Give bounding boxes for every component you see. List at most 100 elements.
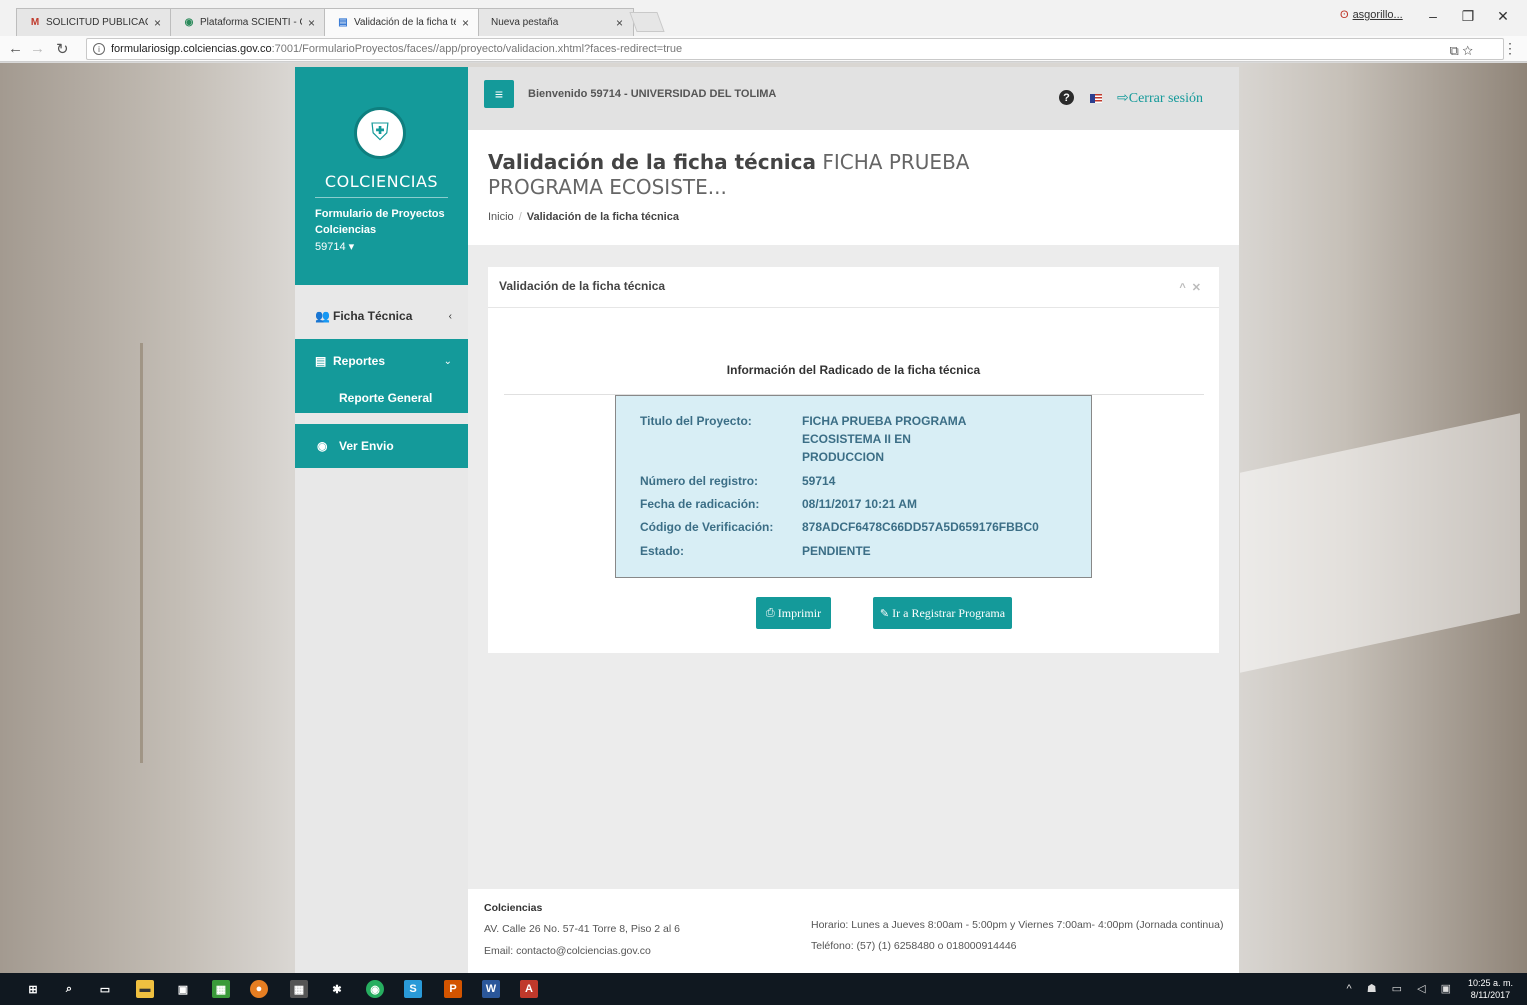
browser-tab-strip: M SOLICITUD PUBLICACIÓ × ◉ Plataforma SC… [0,0,1527,36]
scale-decoration [140,343,300,763]
task-view-icon[interactable]: ▭ [96,980,114,998]
tab-gmail[interactable]: M SOLICITUD PUBLICACIÓ × [16,8,172,36]
search-icon[interactable]: ⌕ [60,980,78,998]
sidebar-item-ver-envio[interactable]: ◉ Ver Envio [295,424,468,468]
radicado-info-box: Titulo del Proyecto: FICHA PRUEBA PROGRA… [615,395,1092,578]
logout-icon: ⇨ [1117,91,1129,106]
minimize-icon[interactable]: – [1423,8,1443,24]
print-button[interactable]: ⎙ Imprimir [756,597,831,629]
sidebar-item-ficha-tecnica[interactable]: 👥 Ficha Técnica ‹ [295,294,468,338]
sidebar-item-label: Reporte General [339,391,433,405]
windows-start-icon[interactable]: ⊞ [24,980,42,998]
sidebar-item-label: Ver Envio [339,439,394,453]
breadcrumb: Inicio / Validación de la ficha técnica [488,211,679,223]
register-label: Ir a Registrar Programa [892,605,1006,620]
validation-panel: Validación de la ficha técnica ^✕ Inform… [488,267,1219,653]
file-explorer-icon[interactable]: ▬ [136,980,154,998]
sidebar-item-reporte-general[interactable]: Reporte General [295,383,468,413]
tab-new[interactable]: Nueva pestaña × [478,8,634,36]
chevron-left-icon: ‹ [448,310,452,322]
us-flag-icon[interactable] [1090,94,1102,103]
collapse-icon[interactable]: ^ [1179,282,1191,294]
new-tab-button[interactable] [629,12,665,32]
excel-like-icon[interactable]: ▦ [212,980,230,998]
store-icon[interactable]: ▣ [174,980,192,998]
close-window-icon[interactable]: ✕ [1493,8,1513,25]
page-icon: ▤ [338,17,348,28]
info-value: FICHA PRUEBA PROGRAMA ECOSISTEMA II EN P… [802,414,966,464]
info-label: Código de Verificación: [640,520,774,534]
translate-and-star-icons[interactable]: ⧉ ☆ [1449,43,1473,59]
info-row-numero: Número del registro: 59714 [640,472,1042,490]
breadcrumb-home-link[interactable]: Inicio [488,211,514,223]
profile-button[interactable]: ʘ asgorillo... [1340,9,1403,21]
logout-label: Cerrar sesión [1128,91,1203,106]
register-program-button[interactable]: ✎ Ir a Registrar Programa [873,597,1012,629]
scienti-icon: ◉ [184,17,194,28]
logout-link[interactable]: ⇨Cerrar sesión [1117,90,1203,107]
firefox-icon[interactable]: ● [250,980,268,998]
info-value: PENDIENTE [802,544,871,558]
help-icon[interactable]: ? [1059,90,1074,105]
close-icon[interactable]: × [308,16,315,30]
clock-time: 10:25 a. m. [1467,978,1513,988]
info-row-fecha: Fecha de radicación: 08/11/2017 10:21 AM [640,495,1042,513]
app-icon[interactable]: ✱ [328,980,346,998]
brand-name: COLCIENCIAS [324,172,439,191]
tab-title: Plataforma SCIENTI - Co [200,17,302,28]
top-bar: ≡ Bienvenido 59714 - UNIVERSIDAD DEL TOL… [468,67,1239,130]
tab-title: Validación de la ficha téc [354,17,456,28]
brand-subtitle: Formulario de Proyectos Colciencias [315,208,445,236]
restore-icon[interactable]: ❐ [1458,8,1478,25]
url-path: :7001/FormularioProyectos/faces//app/pro… [271,43,683,55]
acrobat-icon[interactable]: A [520,980,538,998]
footer: Colciencias AV. Calle 26 No. 57-41 Torre… [468,889,1239,973]
panel-header: Validación de la ficha técnica ^✕ [488,267,1219,308]
divider [315,197,448,198]
eye-icon: ◉ [317,439,328,453]
gmail-icon: M [30,17,40,28]
users-icon: 👥 [315,309,330,323]
close-icon[interactable]: × [462,16,469,30]
system-tray-icons[interactable]: ^ ☗ ▭ ◁ ▣ [1347,982,1458,995]
footer-address: AV. Calle 26 No. 57-41 Torre 8, Piso 2 a… [484,923,680,935]
close-panel-icon[interactable]: ✕ [1192,282,1207,294]
info-icon[interactable]: i [93,43,105,55]
file-icon: ▤ [315,354,327,368]
edit-icon: ✎ [879,607,890,620]
hamburger-menu-button[interactable]: ≡ [484,80,514,108]
close-icon[interactable]: × [154,16,161,30]
taskbar: ⊞ ⌕ ▭ ▬ ▣ ▦ ● ▦ ✱ ◉ S P W A ^ ☗ ▭ ◁ ▣ 10… [0,973,1527,1005]
info-value: 08/11/2017 10:21 AM [802,497,917,511]
print-label: Imprimir [777,605,822,620]
tab-scienti[interactable]: ◉ Plataforma SCIENTI - Co × [170,8,326,36]
powerpoint-icon[interactable]: P [444,980,462,998]
word-icon[interactable]: W [482,980,500,998]
menu-icon[interactable]: ⋮ [1503,40,1517,57]
account-dropdown[interactable]: 59714 ▾ [315,240,354,253]
info-section-title: Información del Radicado de la ficha téc… [726,363,981,377]
colombia-crest-icon: ⛨ [354,107,406,159]
reload-icon[interactable]: ↻ [56,40,69,58]
chrome-icon[interactable]: ◉ [366,980,384,998]
calculator-icon[interactable]: ▦ [290,980,308,998]
skype-icon[interactable]: S [404,980,422,998]
clock-date: 8/11/2017 [1470,990,1511,1000]
url-host: formulariosigp.colciencias.gov.co [111,43,272,55]
url-input[interactable]: i formulariosigp.colciencias.gov.co :700… [86,38,1504,60]
back-icon[interactable]: ← [8,40,23,57]
info-label: Número del registro: [640,474,759,488]
page-header: Validación de la ficha técnica FICHA PRU… [468,130,1239,245]
info-row-titulo: Titulo del Proyecto: FICHA PRUEBA PROGRA… [640,412,972,466]
tab-validacion[interactable]: ▤ Validación de la ficha téc × [324,8,480,36]
tab-title: Nueva pestaña [491,17,559,28]
sidebar-item-label: Reportes [333,354,386,368]
forward-icon[interactable]: → [30,40,45,57]
close-icon[interactable]: × [616,16,623,30]
info-value: 878ADCF6478C66DD57A5D659176FBBC0 [802,520,1039,534]
sidebar-item-reportes[interactable]: ▤ Reportes ⌄ [295,339,468,383]
clock[interactable]: 10:25 a. m. 8/11/2017 [1468,977,1513,1001]
profile-icon: ʘ [1340,9,1349,21]
info-row-codigo: Código de Verificación: 878ADCF6478C66DD… [640,518,1082,536]
footer-email[interactable]: Email: contacto@colciencias.gov.co [484,945,651,957]
